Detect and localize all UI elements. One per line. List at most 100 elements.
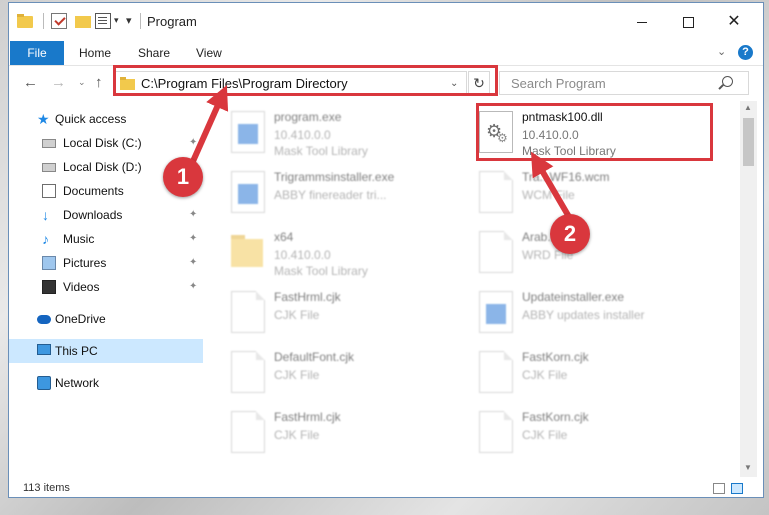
file-item-fasthrml[interactable]: FastHrml.cjk CJK File xyxy=(211,281,451,339)
toolbar-divider xyxy=(140,13,141,29)
file-type: CJK File xyxy=(522,428,568,442)
file-description: ABBY updates installer xyxy=(522,308,645,322)
sidebar-item-network[interactable]: Network xyxy=(9,371,203,395)
file-item-defaultfont[interactable]: DefaultFont.cjk CJK File xyxy=(211,341,451,399)
tiles-view-icon[interactable] xyxy=(731,483,743,494)
sidebar-item-music[interactable]: ♪ Music ✦ xyxy=(9,227,203,251)
file-name: Tra...WF16.wcm xyxy=(522,170,610,184)
sidebar-item-quick-access[interactable]: ★ Quick access xyxy=(9,107,203,131)
file-name: FastKorn.cjk xyxy=(522,350,589,364)
address-highlight-box xyxy=(113,65,498,96)
tab-share[interactable]: Share xyxy=(138,41,170,65)
sidebar-item-label: Quick access xyxy=(55,112,127,126)
search-icon[interactable] xyxy=(722,76,733,87)
file-item-fastkorn[interactable]: FastKorn.cjk CJK File xyxy=(459,341,699,399)
window-title: Program xyxy=(147,14,197,29)
maximize-button[interactable] xyxy=(665,7,711,37)
folder-icon xyxy=(231,231,265,273)
disk-icon xyxy=(42,163,56,172)
pin-toolbar-icon[interactable]: ▾ xyxy=(126,14,132,27)
documents-icon xyxy=(42,184,56,198)
file-name: FastHrml.cjk xyxy=(274,290,341,304)
file-type: CJK File xyxy=(274,368,320,382)
file-type: WCM File xyxy=(522,188,575,202)
sidebar-item-label: This PC xyxy=(55,344,98,358)
sidebar-item-label: Downloads xyxy=(63,208,123,222)
file-name: Trigrammsinstaller.exe xyxy=(274,170,395,184)
item-count: 113 items xyxy=(23,482,70,494)
pin-icon[interactable]: ✦ xyxy=(189,209,197,220)
details-view-icon[interactable] xyxy=(713,483,725,494)
new-folder-icon[interactable] xyxy=(75,13,91,29)
file-name: program.exe xyxy=(274,110,342,124)
download-icon: ↓ xyxy=(42,207,49,223)
file-description: ABBY finereader tri... xyxy=(274,188,387,202)
scroll-down-icon[interactable]: ▼ xyxy=(744,463,752,472)
search-input[interactable]: Search Program xyxy=(499,71,749,95)
customize-toolbar-dropdown-icon[interactable]: ▾ xyxy=(114,15,119,26)
file-name: FastKorn.cjk xyxy=(522,410,589,424)
file-name: FastHrml.cjk xyxy=(274,410,341,424)
disk-icon xyxy=(42,139,56,148)
expand-ribbon-icon[interactable]: ⌄ xyxy=(717,45,726,58)
scroll-up-icon[interactable]: ▲ xyxy=(744,103,752,112)
step-callout-2: 2 xyxy=(550,214,590,254)
pin-icon[interactable]: ✦ xyxy=(189,137,197,148)
file-item-fasthrml-2[interactable]: FastHrml.cjk CJK File xyxy=(211,401,451,459)
file-type: CJK File xyxy=(274,428,320,442)
ribbon-tabs: File Home Share View ⌄ ? xyxy=(9,41,763,65)
document-icon xyxy=(479,411,513,453)
sidebar-item-onedrive[interactable]: OneDrive xyxy=(9,307,203,331)
file-item-x64-folder[interactable]: x64 10.410.0.0 Mask Tool Library xyxy=(211,221,451,279)
vertical-scrollbar[interactable]: ▲ ▼ xyxy=(740,101,757,477)
sidebar-item-this-pc[interactable]: This PC xyxy=(9,339,203,363)
music-icon: ♪ xyxy=(42,231,49,247)
sidebar-item-label: Videos xyxy=(63,280,100,294)
document-icon xyxy=(479,231,513,273)
sidebar-item-pictures[interactable]: Pictures ✦ xyxy=(9,251,203,275)
file-item-program-exe[interactable]: program.exe 10.410.0.0 Mask Tool Library xyxy=(211,101,451,159)
document-icon xyxy=(479,351,513,393)
file-item-trigramms-installer[interactable]: Trigrammsinstaller.exe ABBY finereader t… xyxy=(211,161,451,219)
properties-icon[interactable] xyxy=(95,13,111,29)
network-icon xyxy=(37,376,51,390)
file-item-wcm[interactable]: Tra...WF16.wcm WCM File xyxy=(459,161,699,219)
recent-locations-dropdown[interactable]: ⌄ xyxy=(78,77,86,88)
sidebar-item-local-disk-c[interactable]: Local Disk (C:) ✦ xyxy=(9,131,203,155)
file-type: CJK File xyxy=(522,368,568,382)
sidebar-item-label: Pictures xyxy=(63,256,107,270)
document-icon xyxy=(479,171,513,213)
pin-icon[interactable]: ✦ xyxy=(189,257,197,268)
tab-view[interactable]: View xyxy=(196,41,222,65)
sidebar-item-label: Documents xyxy=(63,184,124,198)
pictures-icon xyxy=(42,256,56,270)
file-name: Updateinstaller.exe xyxy=(522,290,625,304)
up-button[interactable]: ↑ xyxy=(95,74,103,91)
sidebar-item-label: Local Disk (C:) xyxy=(63,136,142,150)
help-icon[interactable]: ? xyxy=(738,45,753,60)
sidebar-item-label: Music xyxy=(63,232,95,246)
file-item-updateinstaller[interactable]: Updateinstaller.exe ABBY updates install… xyxy=(459,281,699,339)
scrollbar-thumb[interactable] xyxy=(743,118,754,166)
file-item-fastkorn-2[interactable]: FastKorn.cjk CJK File xyxy=(459,401,699,459)
tab-home[interactable]: Home xyxy=(79,41,111,65)
pin-icon[interactable]: ✦ xyxy=(189,281,197,292)
sidebar-item-downloads[interactable]: ↓ Downloads ✦ xyxy=(9,203,203,227)
file-type: CJK File xyxy=(274,308,320,322)
sidebar-item-label: OneDrive xyxy=(55,312,106,326)
sidebar-item-videos[interactable]: Videos ✦ xyxy=(9,275,203,299)
sidebar-item-label: Local Disk (D:) xyxy=(63,160,142,174)
close-button[interactable]: ✕ xyxy=(711,7,757,37)
properties-check-icon[interactable] xyxy=(51,13,67,29)
forward-button[interactable]: → xyxy=(51,74,66,91)
back-button[interactable]: ← xyxy=(23,74,38,91)
minimize-button[interactable] xyxy=(619,7,665,37)
file-version: 10.410.0.0 xyxy=(274,128,331,142)
step-callout-1: 1 xyxy=(163,157,203,197)
pin-icon[interactable]: ✦ xyxy=(189,233,197,244)
file-description: Mask Tool Library xyxy=(274,144,368,158)
tab-file[interactable]: File xyxy=(10,41,64,65)
file-name: x64 xyxy=(274,230,294,244)
toolbar-divider xyxy=(43,13,44,29)
explorer-window: ▾ ▾ Program ✕ File Home Share View ⌄ ? ←… xyxy=(8,2,764,498)
